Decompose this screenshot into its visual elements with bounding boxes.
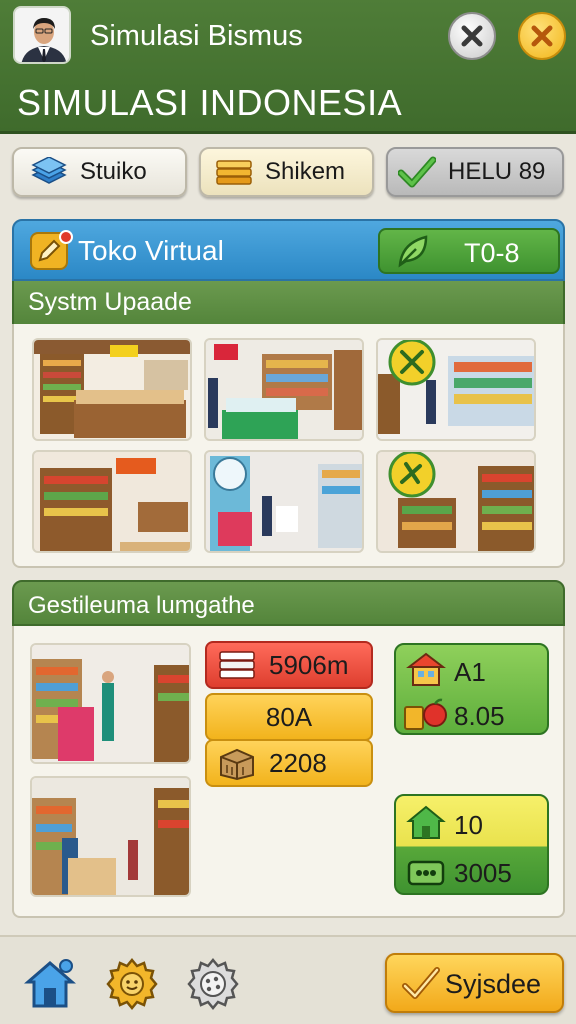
tab-label: Stuiko xyxy=(80,158,147,185)
stat-level[interactable]: 80A xyxy=(205,693,373,741)
stat-inventory[interactable]: 5906m xyxy=(205,641,373,689)
primary-action-button[interactable]: Syjsdee xyxy=(385,953,564,1013)
settings-button[interactable] xyxy=(106,958,158,1010)
store-thumbnail[interactable] xyxy=(32,338,192,441)
home-icon xyxy=(406,805,446,839)
produce-icon xyxy=(404,698,447,730)
store-icon xyxy=(406,652,446,686)
store-thumbnail[interactable] xyxy=(32,450,192,553)
store-photo[interactable] xyxy=(30,643,191,764)
page-title: SIMULASI INDONESIA xyxy=(17,82,403,123)
cancel-button[interactable] xyxy=(518,12,566,60)
store-thumbnail[interactable] xyxy=(376,450,536,553)
action-label: Syjsdee xyxy=(445,969,542,999)
tab-shikem[interactable]: Shikem xyxy=(199,147,374,197)
store-code-badge[interactable]: T0-8 xyxy=(378,228,560,274)
tab-stuiko[interactable]: Stuiko xyxy=(12,147,187,197)
stat-stock[interactable]: 2208 xyxy=(205,739,373,787)
app-header: Simulasi Bismus SIMULASI INDONESIA xyxy=(0,0,576,134)
tab-helu[interactable]: HELU 89 xyxy=(386,147,564,197)
stat-value: 5906m xyxy=(269,649,349,680)
tab-label: Shikem xyxy=(265,158,346,185)
stack-icon xyxy=(219,651,255,679)
card-label: 10 xyxy=(454,810,483,840)
card-value: 3005 xyxy=(454,858,512,888)
checkmark-icon xyxy=(398,156,436,188)
gear-icon xyxy=(106,958,158,1010)
home-icon xyxy=(24,959,76,1008)
card-label: A1 xyxy=(454,657,486,687)
store-stat-card[interactable]: A1 8.05 xyxy=(394,643,549,735)
stat-value: 2208 xyxy=(269,747,327,778)
store-thumbnail[interactable] xyxy=(204,450,364,553)
close-icon xyxy=(461,25,483,47)
close-icon xyxy=(531,25,553,47)
app-title: Simulasi Bismus xyxy=(90,20,303,52)
card-value: 8.05 xyxy=(454,701,505,731)
store-gallery xyxy=(12,324,565,568)
home-stat-card[interactable]: 10 3005 xyxy=(394,794,549,895)
store-code: T0-8 xyxy=(464,238,520,268)
stat-value: 80A xyxy=(265,701,313,732)
notification-dot xyxy=(59,230,73,244)
leaf-icon xyxy=(398,235,428,268)
management-header: Gestileuma lumgathe xyxy=(12,580,565,626)
options-button[interactable] xyxy=(187,958,239,1010)
avatar[interactable] xyxy=(13,6,71,64)
checkmark-icon xyxy=(402,967,440,999)
section-title: Systm Upaade xyxy=(28,288,192,316)
cash-register-icon xyxy=(407,860,445,886)
section-title: Gestileuma lumgathe xyxy=(28,592,255,619)
store-thumbnail[interactable] xyxy=(204,338,364,441)
gear-icon xyxy=(187,958,239,1010)
box-icon xyxy=(220,748,254,781)
stack-icon xyxy=(216,160,252,185)
store-thumbnail[interactable] xyxy=(376,338,536,441)
close-button[interactable] xyxy=(448,12,496,60)
system-update-header: Systm Upaade xyxy=(12,281,565,324)
store-title: Toko Virtual xyxy=(78,235,224,266)
store-photo[interactable] xyxy=(30,776,191,897)
layers-icon xyxy=(31,157,67,184)
home-button[interactable] xyxy=(24,958,76,1010)
tab-label: HELU 89 xyxy=(448,158,546,185)
store-banner: Toko Virtual T0-8 xyxy=(12,219,565,281)
